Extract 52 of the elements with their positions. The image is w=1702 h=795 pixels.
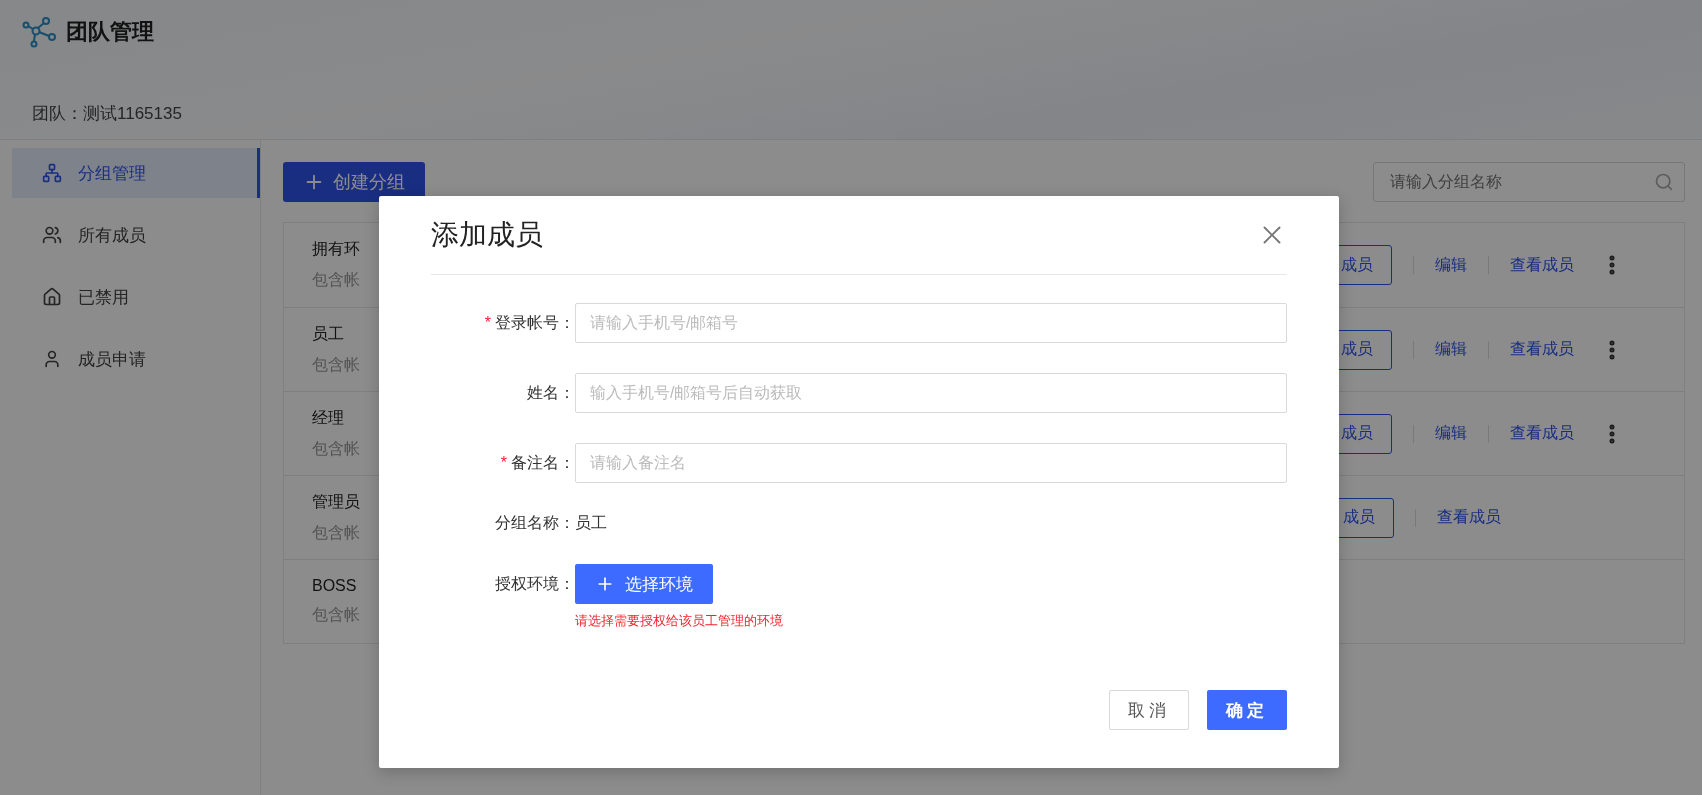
- page-title: 团队管理: [66, 18, 154, 46]
- edit-link[interactable]: 编辑: [1435, 254, 1468, 276]
- group-name: 拥有环: [312, 239, 360, 259]
- group-name: 员工: [312, 323, 345, 344]
- view-members-link[interactable]: 查看成员: [1510, 254, 1574, 276]
- select-environment-button[interactable]: 选择环境: [575, 564, 713, 604]
- field-label: 分组名称：: [495, 513, 575, 533]
- input-field[interactable]: 请输入备注名: [575, 443, 1287, 483]
- sidebar-item[interactable]: 分组管理: [12, 148, 260, 198]
- field-label: 授权环境：: [495, 573, 575, 594]
- sidebar-label: 已禁用: [78, 286, 129, 309]
- field-label: 备注名：: [511, 452, 575, 473]
- input-field[interactable]: 请输入手机号/邮箱号: [575, 303, 1287, 343]
- group-subtitle: 包含帐: [312, 438, 360, 459]
- search-input[interactable]: 请输入分组名称: [1388, 172, 1654, 192]
- group-name: 经理: [312, 407, 345, 428]
- group-name: 管理员: [312, 491, 360, 512]
- confirm-button[interactable]: 确定: [1207, 690, 1287, 730]
- field-label: 登录帐号：: [495, 312, 575, 333]
- cancel-button[interactable]: 取消: [1109, 690, 1189, 730]
- sidebar-item[interactable]: 所有成员: [12, 210, 260, 260]
- dialog-title: 添加成员: [431, 218, 543, 252]
- sidebar-item[interactable]: 成员申请: [12, 334, 260, 384]
- hint-text: 请选择需要授权给该员工管理的环境: [575, 612, 783, 630]
- create-group-button[interactable]: 创建分组: [283, 162, 425, 202]
- house-icon: [42, 287, 62, 307]
- view-members-link[interactable]: 查看成员: [1437, 507, 1501, 528]
- search-field[interactable]: 请输入分组名称: [1373, 162, 1685, 202]
- sidebar-item[interactable]: 已禁用: [12, 272, 260, 322]
- required-mark: *: [484, 314, 491, 332]
- group-value: 员工: [575, 513, 607, 533]
- group-subtitle: 包含帐: [312, 354, 360, 375]
- view-members-link[interactable]: 查看成员: [1510, 423, 1574, 444]
- sidebar-label: 成员申请: [78, 348, 146, 371]
- view-members-link[interactable]: 查看成员: [1510, 339, 1574, 360]
- users-icon: [42, 225, 62, 245]
- sidebar-label: 分组管理: [78, 162, 146, 185]
- hierarchy-icon: [42, 163, 62, 183]
- group-subtitle: 包含帐: [312, 522, 360, 543]
- group-name: BOSS: [312, 577, 358, 595]
- sidebar-label: 所有成员: [78, 224, 146, 247]
- group-subtitle: 包含帐: [312, 270, 360, 290]
- field-label: 姓名：: [527, 382, 575, 403]
- team-name: 团队：测试1165135: [31, 103, 183, 125]
- molecule-logo-icon: [22, 16, 56, 48]
- edit-link[interactable]: 编辑: [1435, 423, 1468, 444]
- edit-link[interactable]: 编辑: [1435, 339, 1468, 360]
- input-field[interactable]: 输入手机号/邮箱号后自动获取: [575, 373, 1287, 413]
- user-icon: [42, 349, 62, 369]
- group-subtitle: 包含帐: [312, 605, 360, 625]
- required-mark: *: [500, 454, 507, 472]
- search-icon: [1654, 172, 1674, 192]
